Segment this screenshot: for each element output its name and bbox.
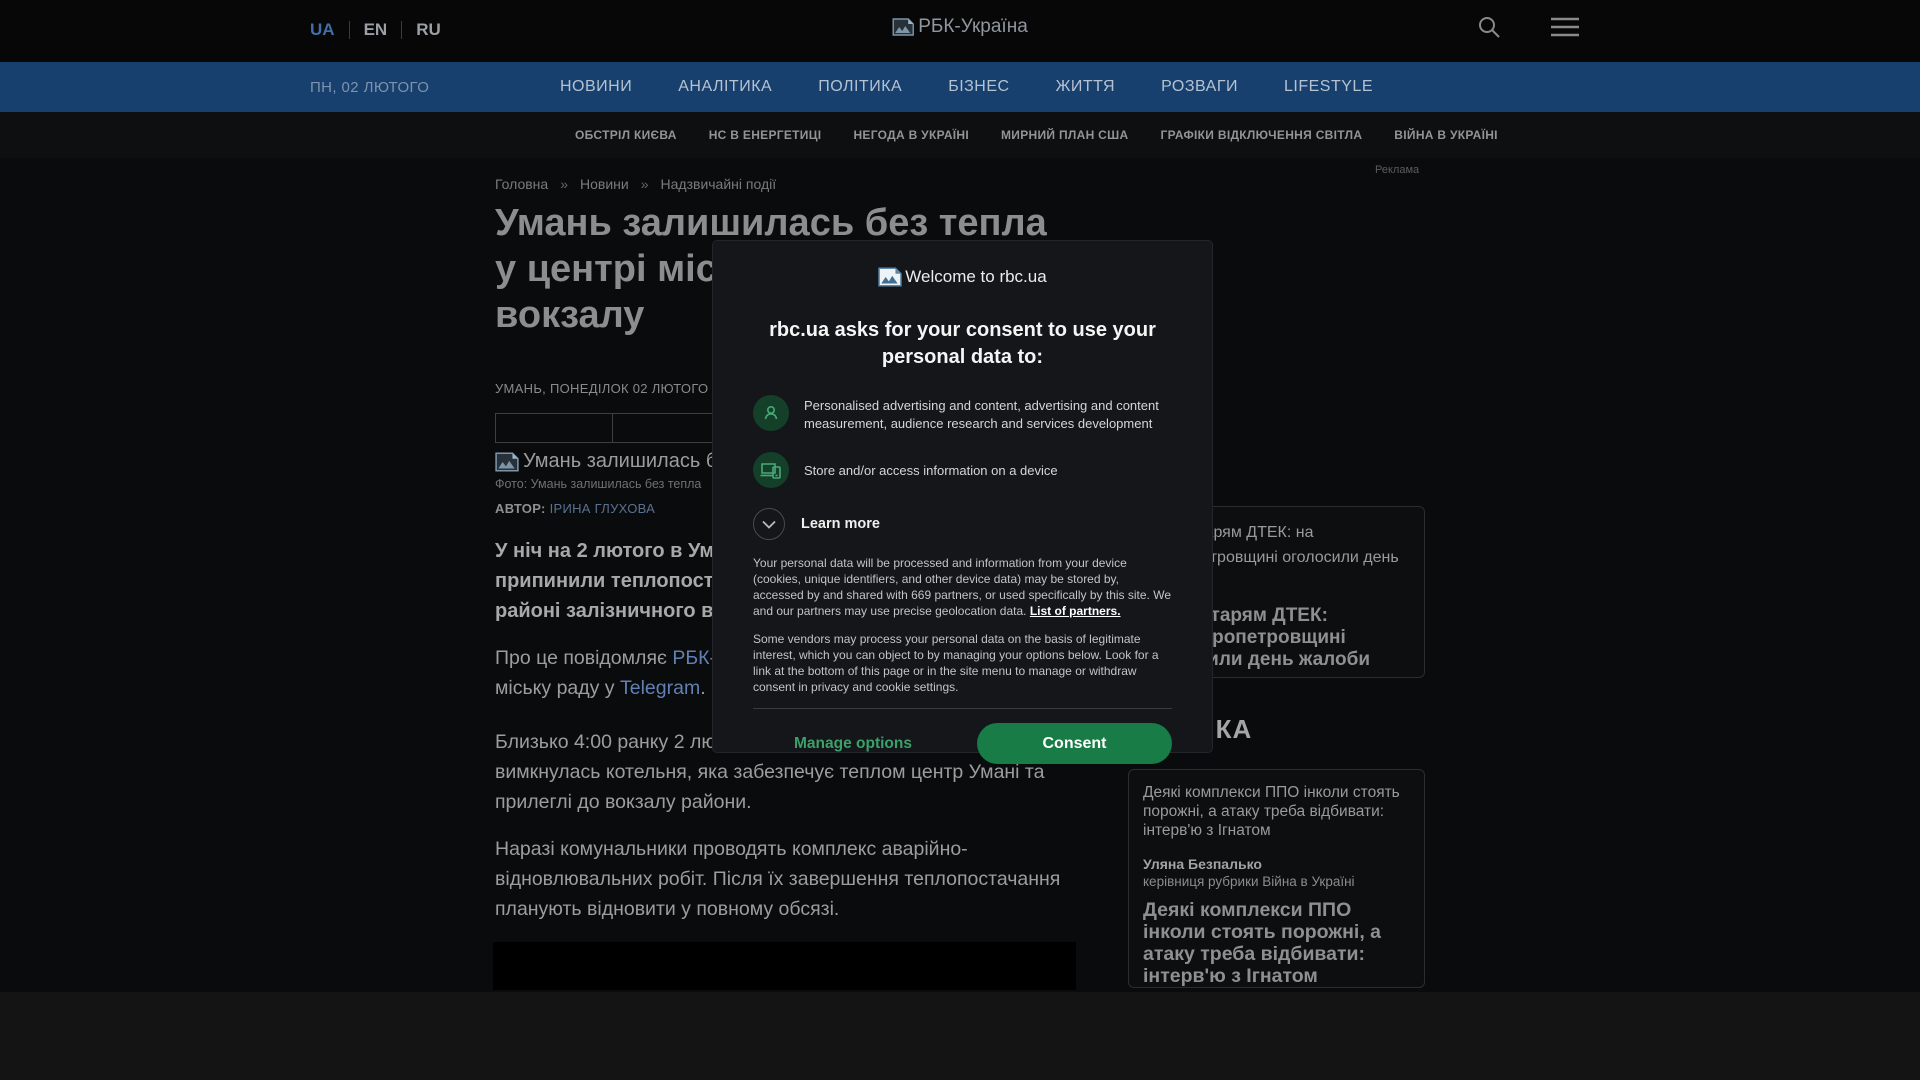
current-date: ПН, 02 ЛЮТОГО <box>310 78 430 96</box>
lang-ru[interactable]: RU <box>416 20 441 40</box>
topic-energy-emergency[interactable]: НС В ЕНЕРГЕТИЦІ <box>709 128 822 142</box>
main-navigation: ПН, 02 ЛЮТОГО НОВИНИ АНАЛІТИКА ПОЛІТИКА … <box>0 62 1920 112</box>
site-logo[interactable]: РБК-Україна <box>892 16 1028 38</box>
consent-purpose-text: Store and/or access information on a dev… <box>804 463 1058 478</box>
topics-list: ОБСТРІЛ КИЄВА НС В ЕНЕРГЕТИЦІ НЕГОДА В У… <box>575 128 1498 142</box>
nav-item-lifestyle[interactable]: LIFESTYLE <box>1284 78 1373 96</box>
consent-dialog-logo: Welcome to rbc.ua <box>753 267 1172 287</box>
breadcrumb: Головна » Новини » Надзвичайні події <box>495 176 776 192</box>
consent-actions: Manage options Consent <box>753 723 1172 764</box>
sidebar-card-image: Деякі комплекси ППО інколи стоять порожн… <box>1143 783 1410 840</box>
person-icon <box>753 395 789 431</box>
nav-item-politics[interactable]: ПОЛІТИКА <box>818 78 902 96</box>
consent-heading: rbc.ua asks for your consent to use your… <box>769 319 1156 368</box>
lang-en[interactable]: EN <box>364 20 388 40</box>
nav-item-news[interactable]: НОВИНИ <box>560 78 632 96</box>
lang-ua[interactable]: UA <box>310 20 335 40</box>
author-row: АВТОР: ІРИНА ГЛУХОВА <box>495 501 655 516</box>
nav-item-business[interactable]: БІЗНЕС <box>948 78 1009 96</box>
manage-options-button[interactable]: Manage options <box>753 735 953 753</box>
consent-purpose-storage: Store and/or access information on a dev… <box>753 452 1172 488</box>
learn-more-toggle[interactable]: Learn more <box>753 508 1172 540</box>
consent-logo-text: Welcome to rbc.ua <box>905 267 1047 286</box>
telegram-link[interactable]: Telegram <box>620 677 700 699</box>
author-label: АВТОР: <box>495 501 546 516</box>
consent-body-text: Your personal data will be processed and… <box>753 555 1172 619</box>
sidebar-card-headline[interactable]: Деякі комплекси ППО інколи стоять порожн… <box>1143 899 1410 987</box>
broken-image-icon <box>878 267 902 287</box>
list-of-partners-link[interactable]: List of partners. <box>1030 604 1121 618</box>
sidebar-card-author-role: керівниця рубрики Війна в Україні <box>1143 874 1355 889</box>
top-actions <box>1476 14 1580 40</box>
menu-icon[interactable] <box>1550 16 1580 38</box>
sidebar-card-author[interactable]: Уляна Безпалько <box>1143 856 1410 872</box>
topics-bar: ОБСТРІЛ КИЄВА НС В ЕНЕРГЕТИЦІ НЕГОДА В У… <box>0 112 1920 158</box>
article-paragraph: Наразі комунальники проводять комплекс а… <box>495 838 1061 920</box>
topic-us-peace-plan[interactable]: МИРНИЙ ПЛАН США <box>1001 128 1128 142</box>
consent-body-text-2: Some vendors may process your personal d… <box>753 632 1159 694</box>
nav-item-entertainment[interactable]: РОЗВАГИ <box>1161 78 1238 96</box>
learn-more-label: Learn more <box>801 516 880 532</box>
divider <box>348 21 350 39</box>
site-logo-text: РБК-Україна <box>918 16 1028 37</box>
footer-strip <box>0 992 1920 1080</box>
breadcrumb-separator: » <box>560 176 568 192</box>
nav-menu: НОВИНИ АНАЛІТИКА ПОЛІТИКА БІЗНЕС ЖИТТЯ Р… <box>560 78 1373 96</box>
breadcrumb-news[interactable]: Новини <box>580 176 629 192</box>
author-link[interactable]: ІРИНА ГЛУХОВА <box>550 501 656 516</box>
breadcrumb-emergencies[interactable]: Надзвичайні події <box>661 176 777 192</box>
divider <box>401 21 403 39</box>
sidebar-card-image-alt: Деякі комплекси ППО інколи стоять порожн… <box>1143 784 1400 839</box>
paragraph-text: Про це повідомляє <box>495 647 673 669</box>
broken-image-icon <box>892 18 914 36</box>
topic-kyiv-shelling[interactable]: ОБСТРІЛ КИЄВА <box>575 128 677 142</box>
nav-item-analytics[interactable]: АНАЛІТИКА <box>678 78 772 96</box>
article-date: УМАНЬ, ПОНЕДІЛОК 02 ЛЮТОГО 2026 <box>495 381 743 396</box>
device-icon <box>753 452 789 488</box>
broken-image-icon <box>495 452 519 472</box>
search-icon[interactable] <box>1476 14 1502 40</box>
consent-purpose-advertising: Personalised advertising and content, ad… <box>753 395 1172 432</box>
consent-button[interactable]: Consent <box>977 723 1172 764</box>
article-embed-placeholder <box>493 942 1076 990</box>
topic-bad-weather[interactable]: НЕГОДА В УКРАЇНІ <box>853 128 969 142</box>
divider <box>753 708 1172 709</box>
topic-war-in-ukraine[interactable]: ВІЙНА В УКРАЇНІ <box>1394 128 1498 142</box>
consent-dialog: Welcome to rbc.ua rbc.ua asks for your c… <box>712 240 1213 764</box>
consent-purpose-text: Personalised advertising and content, ad… <box>804 398 1159 431</box>
language-switcher: UA EN RU <box>310 20 441 40</box>
top-bar: UA EN RU РБК-Україна <box>0 0 1920 62</box>
chevron-down-icon <box>753 508 785 540</box>
article-image-caption: Фото: Умань залишилась без тепла <box>495 477 702 491</box>
nav-item-life[interactable]: ЖИТТЯ <box>1056 78 1116 96</box>
breadcrumb-separator: » <box>640 176 649 192</box>
topic-blackout-schedules[interactable]: ГРАФІКИ ВІДКЛЮЧЕННЯ СВІТЛА <box>1160 128 1362 142</box>
paragraph-text: . <box>700 677 706 699</box>
ad-label: Реклама <box>1375 164 1420 176</box>
page: UA EN RU РБК-Україна ПН, 02 ЛЮТОГО НОВИН… <box>0 0 1920 1080</box>
share-button[interactable] <box>495 413 613 443</box>
sidebar-analytics-card[interactable]: Деякі комплекси ППО інколи стоять порожн… <box>1128 769 1425 988</box>
breadcrumb-home[interactable]: Головна <box>495 176 548 192</box>
